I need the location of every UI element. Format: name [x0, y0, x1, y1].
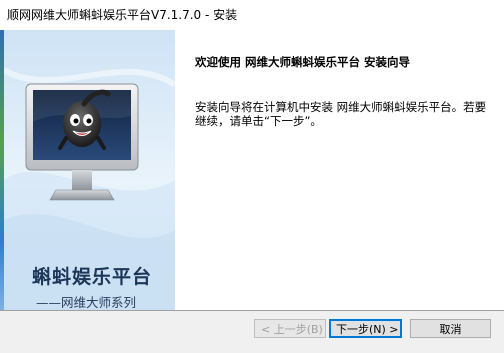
brand-name: 蝌蚪娱乐平台	[32, 266, 153, 288]
back-button[interactable]: < 上一步(B)	[254, 319, 326, 338]
installer-sidebar-banner: 蝌蚪娱乐平台 ——网维大师系列	[4, 30, 175, 310]
welcome-content-panel: 欢迎使用 网维大师蝌蚪娱乐平台 安装向导 安装向导将在计算机中安装 网维大师蝌蚪…	[175, 30, 504, 310]
welcome-heading: 欢迎使用 网维大师蝌蚪娱乐平台 安装向导	[195, 55, 411, 69]
installer-window: 顺网网维大师蝌蚪娱乐平台V7.1.7.0 - 安装 蝌蚪娱乐平台 ——网维大师系…	[0, 0, 504, 353]
welcome-description: 安装向导将在计算机中安装 网维大师蝌蚪娱乐平台。若要继续，请单击“下一步”。	[195, 100, 487, 128]
window-title: 顺网网维大师蝌蚪娱乐平台V7.1.7.0 - 安装	[7, 8, 238, 22]
title-bar[interactable]: 顺网网维大师蝌蚪娱乐平台V7.1.7.0 - 安装	[0, 0, 504, 30]
cancel-button[interactable]: 取消	[410, 319, 491, 338]
button-bar: < 上一步(B) 下一步(N) > 取消	[0, 311, 504, 353]
next-button[interactable]: 下一步(N) >	[329, 319, 402, 338]
series-label: ——网维大师系列	[36, 295, 137, 310]
tadpole-mascot-monitor-icon	[22, 76, 142, 212]
